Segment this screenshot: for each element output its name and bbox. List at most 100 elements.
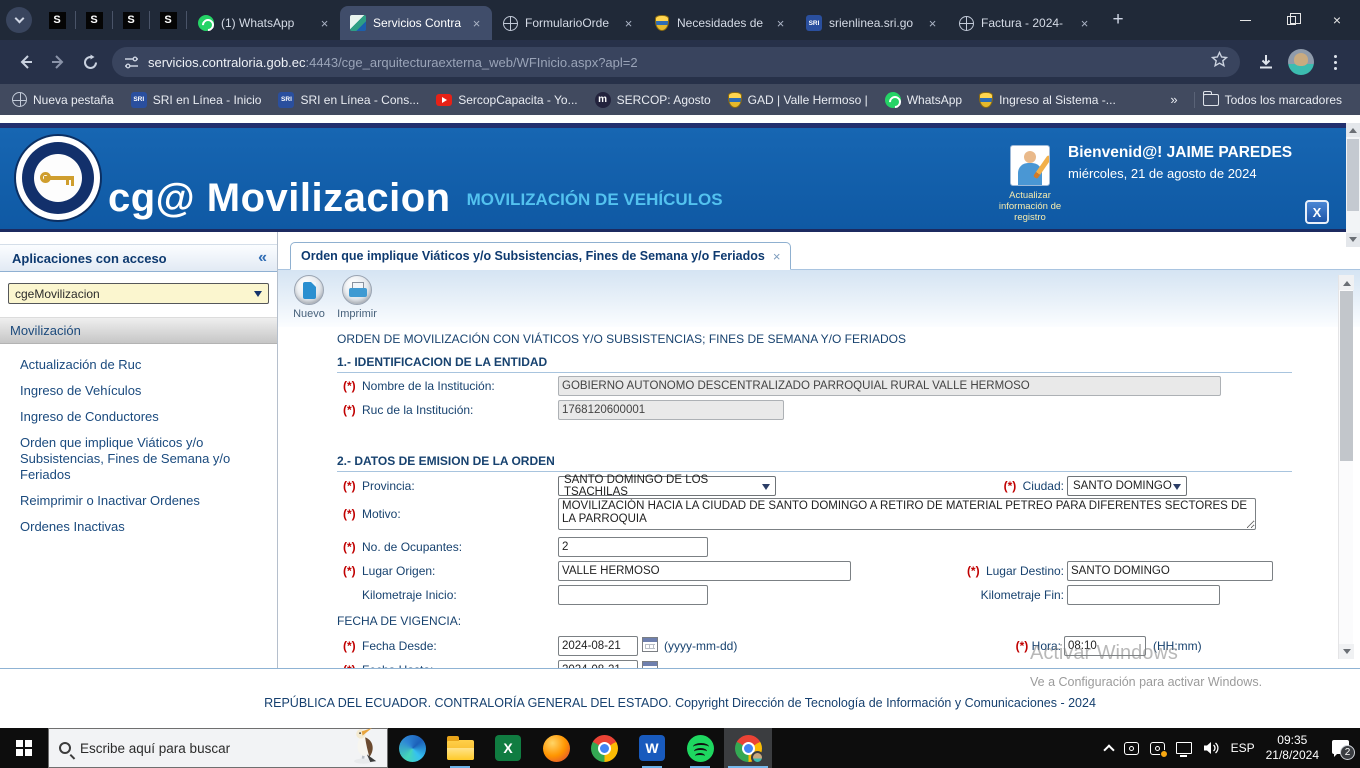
browser-profile-avatar[interactable] xyxy=(1288,49,1314,75)
bookmark-sri-inicio[interactable]: SRI SRI en Línea - Inicio xyxy=(130,91,261,108)
sidebar-item-ingreso-vehiculos[interactable]: Ingreso de Vehículos xyxy=(20,383,261,399)
bookmark-gad-valle-hermoso[interactable]: GAD | Valle Hermoso | xyxy=(727,91,868,108)
tab-factura[interactable]: Factura - 2024- × xyxy=(948,6,1100,40)
bookmark-ingreso-sistema[interactable]: Ingreso al Sistema -... xyxy=(979,91,1116,108)
scrollbar-thumb[interactable] xyxy=(1347,139,1359,211)
tray-app-icon[interactable] xyxy=(1123,741,1139,755)
sidebar-item-actualizacion-ruc[interactable]: Actualización de Ruc xyxy=(20,357,261,373)
taskbar-clock[interactable]: 09:35 21/8/2024 xyxy=(1266,733,1319,763)
sidebar-item-orden-viaticos[interactable]: Orden que implique Viáticos y/o Subsiste… xyxy=(20,435,260,483)
back-button[interactable] xyxy=(10,46,42,78)
header-frame-scrollbar[interactable] xyxy=(1346,123,1360,247)
tab-close-icon[interactable]: × xyxy=(317,16,332,31)
youtube-icon xyxy=(436,93,453,106)
bookmark-nueva-pestana[interactable]: Nueva pestaña xyxy=(12,92,114,107)
fecha-hasta-field[interactable] xyxy=(558,660,638,668)
lugar-destino-field[interactable] xyxy=(1067,561,1273,581)
lugar-origen-field[interactable] xyxy=(558,561,851,581)
bookmark-whatsapp[interactable]: WhatsApp xyxy=(884,91,962,108)
ocupantes-field[interactable] xyxy=(558,537,708,557)
nombre-institucion-label: Nombre de la Institución: xyxy=(362,379,495,393)
taskbar-app-firefox[interactable] xyxy=(532,728,580,768)
scroll-down-button[interactable] xyxy=(1339,644,1354,659)
sidebar-item-ordenes-inactivas[interactable]: Ordenes Inactivas xyxy=(20,519,261,535)
pinned-tab[interactable]: S xyxy=(77,3,111,37)
bookmarks-overflow-button[interactable]: » xyxy=(1162,92,1185,107)
tab-formulario[interactable]: FormularioOrde × xyxy=(492,6,644,40)
action-center-button[interactable]: 2 xyxy=(1332,739,1355,760)
all-bookmarks-button[interactable]: Todos los marcadores xyxy=(1202,90,1342,107)
scrollbar-thumb[interactable] xyxy=(1340,291,1353,461)
taskbar-app-spotify[interactable] xyxy=(676,728,724,768)
content-scrollbar[interactable] xyxy=(1338,275,1354,659)
download-button[interactable] xyxy=(1250,46,1282,78)
sidebar-group-movilizacion[interactable]: Movilización xyxy=(0,317,277,344)
scroll-up-button[interactable] xyxy=(1339,275,1354,290)
bookmark-star-icon[interactable] xyxy=(1210,50,1229,73)
volume-icon[interactable] xyxy=(1203,741,1220,755)
site-info-icon[interactable] xyxy=(124,55,139,70)
app-close-button[interactable]: X xyxy=(1305,200,1329,224)
order-form: ORDEN DE MOVILIZACIÓN CON VIÁTICOS Y/O S… xyxy=(278,327,1360,668)
taskbar-app-excel[interactable]: X xyxy=(484,728,532,768)
sidebar-collapse-icon[interactable]: « xyxy=(258,249,267,267)
new-tab-button[interactable]: + xyxy=(1104,6,1132,34)
window-minimize-button[interactable] xyxy=(1222,0,1268,40)
hora-field[interactable] xyxy=(1064,636,1146,656)
window-close-button[interactable]: × xyxy=(1314,0,1360,40)
tab-close-icon[interactable]: × xyxy=(469,16,484,31)
address-bar[interactable]: servicios.contraloria.gob.ec:4443/cge_ar… xyxy=(112,47,1240,77)
taskbar-app-edge[interactable] xyxy=(388,728,436,768)
tab-sri[interactable]: SRI srienlinea.sri.go × xyxy=(796,6,948,40)
url-text[interactable]: servicios.contraloria.gob.ec:4443/cge_ar… xyxy=(148,55,638,70)
taskbar-app-file-explorer[interactable] xyxy=(436,728,484,768)
sidebar-item-ingreso-conductores[interactable]: Ingreso de Conductores xyxy=(20,409,261,425)
pinned-tab[interactable]: S xyxy=(151,3,185,37)
scroll-down-button[interactable] xyxy=(1346,233,1360,247)
calendar-icon[interactable] xyxy=(642,637,658,652)
start-button[interactable] xyxy=(0,728,48,768)
print-button[interactable]: Imprimir xyxy=(334,275,380,327)
calendar-icon[interactable] xyxy=(642,661,658,668)
sidebar-item-reimprimir-inactivar[interactable]: Reimprimir o Inactivar Ordenes xyxy=(20,493,261,509)
kilometraje-inicio-field[interactable] xyxy=(558,585,708,605)
scroll-up-button[interactable] xyxy=(1346,123,1360,137)
new-button[interactable]: Nuevo xyxy=(286,275,332,327)
bookmark-sri-consultas[interactable]: SRI SRI en Línea - Cons... xyxy=(278,91,419,108)
taskbar-app-chrome[interactable] xyxy=(580,728,628,768)
content-tab-close-icon[interactable]: × xyxy=(773,249,781,264)
user-avatar[interactable] xyxy=(1010,145,1050,186)
window-restore-button[interactable] xyxy=(1268,0,1314,40)
pinned-tab[interactable]: S xyxy=(40,3,74,37)
bookmark-sercop-agosto[interactable]: m SERCOP: Agosto xyxy=(594,91,711,108)
tab-whatsapp[interactable]: (1) WhatsApp × xyxy=(188,6,340,40)
ciudad-select[interactable]: SANTO DOMINGO xyxy=(1067,476,1187,496)
tab-close-icon[interactable]: × xyxy=(621,16,636,31)
provincia-select[interactable]: SANTO DOMINGO DE LOS TSACHILAS xyxy=(558,474,776,498)
update-registry-link[interactable]: Actualizar información de registro xyxy=(990,190,1070,223)
tray-update-icon[interactable] xyxy=(1149,741,1168,758)
tab-close-icon[interactable]: × xyxy=(925,16,940,31)
reload-button[interactable] xyxy=(74,46,106,78)
language-indicator[interactable]: ESP xyxy=(1231,741,1255,755)
tab-servicios-contraloria[interactable]: Servicios Contra × xyxy=(340,6,492,40)
fecha-desde-field[interactable] xyxy=(558,636,638,656)
pinned-tab[interactable]: S xyxy=(114,3,148,37)
hidden-icons-chevron[interactable] xyxy=(1102,744,1115,756)
taskbar-app-chrome-active[interactable] xyxy=(724,728,772,768)
browser-menu-button[interactable] xyxy=(1320,47,1350,77)
taskbar-app-word[interactable]: W xyxy=(628,728,676,768)
network-icon[interactable] xyxy=(1175,742,1192,757)
taskbar-search[interactable]: Escribe aquí para buscar xyxy=(48,728,388,768)
kilometraje-fin-field[interactable] xyxy=(1067,585,1220,605)
motivo-field[interactable]: MOVILIZACIÓN HACIA LA CIUDAD DE SANTO DO… xyxy=(558,498,1256,530)
application-select[interactable]: cgeMovilizacion xyxy=(8,283,269,304)
tab-close-icon[interactable]: × xyxy=(773,16,788,31)
forward-button[interactable] xyxy=(42,46,74,78)
tab-close-icon[interactable]: × xyxy=(1077,16,1092,31)
tab-search-button[interactable] xyxy=(6,7,32,33)
content-tab-orden[interactable]: Orden que implique Viáticos y/o Subsiste… xyxy=(290,242,792,270)
bookmark-sercopcapacita[interactable]: SercopCapacita - Yo... xyxy=(436,93,578,107)
sidebar-menu: Actualización de Ruc Ingreso de Vehículo… xyxy=(0,344,277,535)
tab-necesidades[interactable]: Necesidades de × xyxy=(644,6,796,40)
